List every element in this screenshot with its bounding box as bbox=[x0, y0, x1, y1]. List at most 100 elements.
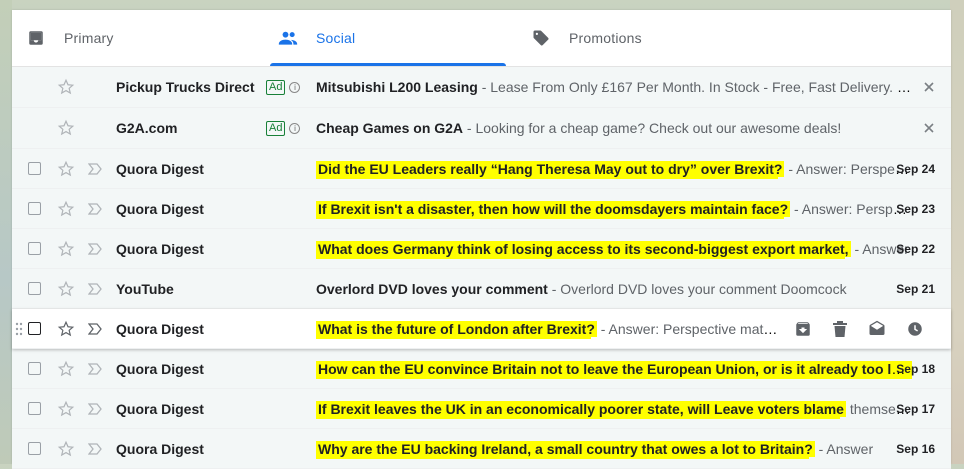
active-tab-indicator bbox=[270, 63, 506, 66]
email-row[interactable]: Quora Digest Why are the EU backing Irel… bbox=[12, 429, 951, 469]
star-icon[interactable] bbox=[57, 189, 75, 228]
star-icon[interactable] bbox=[57, 349, 75, 388]
subject: Why are the EU backing Ireland, a small … bbox=[316, 441, 815, 457]
info-icon[interactable]: i bbox=[289, 81, 301, 93]
star-icon[interactable] bbox=[57, 229, 75, 268]
close-icon[interactable] bbox=[921, 108, 937, 148]
ad-badge: Ad i bbox=[266, 67, 308, 107]
message-content[interactable]: What does Germany think of losing access… bbox=[316, 229, 912, 268]
star-icon[interactable] bbox=[57, 149, 75, 188]
inbox-icon bbox=[26, 28, 46, 48]
tab-label: Social bbox=[316, 30, 356, 46]
message-content[interactable]: Overlord DVD loves your comment - Overlo… bbox=[316, 269, 912, 308]
importance-marker-icon[interactable] bbox=[88, 309, 104, 348]
tab-social[interactable]: Social bbox=[278, 10, 506, 66]
row-checkbox[interactable] bbox=[28, 269, 44, 308]
star-icon[interactable] bbox=[57, 429, 75, 468]
subject: Mitsubishi L200 Leasing bbox=[316, 79, 478, 95]
sender-name: Quora Digest bbox=[116, 440, 204, 457]
subject: If Brexit leaves the UK in an economical… bbox=[316, 401, 846, 417]
email-row[interactable]: Quora Digest If Brexit leaves the UK in … bbox=[12, 389, 951, 429]
star-icon[interactable] bbox=[57, 309, 75, 348]
message-content[interactable]: Cheap Games on G2A - Looking for a cheap… bbox=[316, 108, 912, 148]
sender-name: Quora Digest bbox=[116, 240, 204, 257]
sender-name: Quora Digest bbox=[116, 400, 204, 417]
subject: What does Germany think of losing access… bbox=[316, 241, 851, 257]
info-icon[interactable]: i bbox=[289, 122, 301, 134]
email-row-hovered[interactable]: Quora Digest What is the future of Londo… bbox=[12, 309, 951, 349]
desktop-background-left bbox=[0, 0, 12, 464]
date: Sep 23 bbox=[896, 201, 935, 216]
message-content[interactable]: Mitsubishi L200 Leasing - Lease From Onl… bbox=[316, 67, 912, 107]
snooze-icon[interactable] bbox=[906, 319, 924, 339]
importance-marker-icon[interactable] bbox=[88, 349, 104, 388]
row-checkbox[interactable] bbox=[28, 149, 44, 188]
date: Sep 21 bbox=[896, 281, 935, 296]
snippet: - Answer: Perspective matters bbox=[596, 321, 778, 337]
row-checkbox[interactable] bbox=[28, 429, 44, 468]
category-tabs: Primary Social Promotions bbox=[12, 10, 951, 67]
sender-name: Quora Digest bbox=[116, 200, 204, 217]
people-icon bbox=[278, 28, 298, 48]
message-content[interactable]: How can the EU convince Britain not to l… bbox=[316, 349, 912, 388]
message-content[interactable]: Why are the EU backing Ireland, a small … bbox=[316, 429, 912, 468]
importance-marker-icon[interactable] bbox=[88, 269, 104, 308]
snippet: - Lease From Only £167 Per Month. In Sto… bbox=[481, 79, 912, 95]
importance-marker-icon[interactable] bbox=[88, 149, 104, 188]
importance-marker-icon[interactable] bbox=[88, 189, 104, 228]
row-actions bbox=[794, 309, 944, 348]
row-checkbox[interactable] bbox=[28, 309, 44, 348]
subject: How can the EU convince Britain not to l… bbox=[316, 361, 912, 377]
ad-row[interactable]: Pickup Trucks Direct Ad i Mitsubishi L20… bbox=[12, 67, 951, 108]
close-icon[interactable] bbox=[921, 67, 937, 107]
snippet: - Looking for a cheap game? Check out ou… bbox=[463, 120, 842, 136]
snippet: - Answer bbox=[814, 441, 874, 457]
drag-handle-icon[interactable] bbox=[15, 309, 25, 348]
email-row[interactable]: Quora Digest What does Germany think of … bbox=[12, 229, 951, 269]
subject: Cheap Games on G2A bbox=[316, 120, 464, 136]
importance-marker-icon[interactable] bbox=[88, 429, 104, 468]
message-content[interactable]: If Brexit isn't a disaster, then how wil… bbox=[316, 189, 912, 228]
sender-name: G2A.com bbox=[116, 120, 178, 136]
sender-name: Quora Digest bbox=[116, 320, 204, 337]
subject: If Brexit isn't a disaster, then how wil… bbox=[316, 201, 791, 217]
row-checkbox[interactable] bbox=[28, 389, 44, 428]
ad-label: Ad bbox=[266, 120, 286, 136]
email-row[interactable]: Quora Digest How can the EU convince Bri… bbox=[12, 349, 951, 389]
star-icon[interactable] bbox=[57, 269, 75, 308]
ad-label: Ad bbox=[266, 79, 286, 95]
tab-label: Promotions bbox=[569, 30, 642, 46]
email-row[interactable]: Quora Digest If Brexit isn't a disaster,… bbox=[12, 189, 951, 229]
ad-badge: Ad i bbox=[266, 108, 308, 148]
date: Sep 17 bbox=[896, 401, 935, 416]
subject: Overlord DVD loves your comment bbox=[316, 281, 548, 297]
importance-marker-icon[interactable] bbox=[88, 229, 104, 268]
message-content[interactable]: What is the future of London after Brexi… bbox=[316, 309, 778, 348]
date: Sep 24 bbox=[896, 161, 935, 176]
message-list: Pickup Trucks Direct Ad i Mitsubishi L20… bbox=[12, 67, 951, 469]
mark-read-icon[interactable] bbox=[868, 319, 886, 339]
email-row[interactable]: YouTube Overlord DVD loves your comment … bbox=[12, 269, 951, 309]
sender-name: Quora Digest bbox=[116, 360, 204, 377]
star-icon[interactable] bbox=[57, 67, 75, 107]
row-checkbox[interactable] bbox=[28, 189, 44, 228]
star-icon[interactable] bbox=[57, 108, 75, 148]
row-checkbox[interactable] bbox=[28, 349, 44, 388]
subject: What is the future of London after Brexi… bbox=[316, 321, 597, 337]
delete-icon[interactable] bbox=[832, 319, 848, 339]
row-checkbox[interactable] bbox=[28, 229, 44, 268]
email-row[interactable]: Quora Digest Did the EU Leaders really “… bbox=[12, 149, 951, 189]
importance-marker-icon[interactable] bbox=[88, 389, 104, 428]
date: Sep 16 bbox=[896, 441, 935, 456]
ad-row[interactable]: G2A.com Ad i Cheap Games on G2A - Lookin… bbox=[12, 108, 951, 149]
snippet: - Overlord DVD loves your comment Doomco… bbox=[547, 281, 847, 297]
tab-primary[interactable]: Primary bbox=[26, 10, 266, 66]
message-content[interactable]: Did the EU Leaders really “Hang Theresa … bbox=[316, 149, 912, 188]
star-icon[interactable] bbox=[57, 389, 75, 428]
sender-name: YouTube bbox=[116, 280, 174, 297]
subject: Did the EU Leaders really “Hang Theresa … bbox=[316, 161, 785, 177]
inbox-panel: Primary Social Promotions Pickup Trucks … bbox=[12, 10, 951, 469]
archive-icon[interactable] bbox=[794, 319, 812, 339]
tab-promotions[interactable]: Promotions bbox=[531, 10, 771, 66]
message-content[interactable]: If Brexit leaves the UK in an economical… bbox=[316, 389, 912, 428]
